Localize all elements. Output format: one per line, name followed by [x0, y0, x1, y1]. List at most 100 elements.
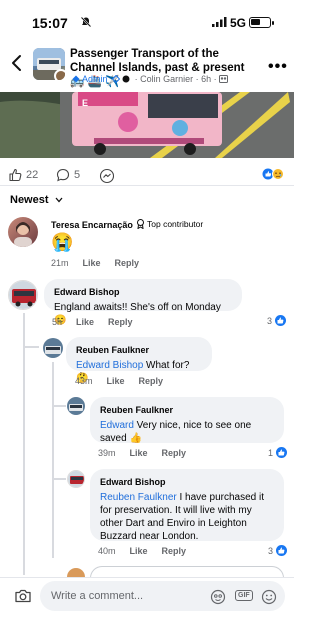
- thread-line: [23, 313, 25, 575]
- more-options-button[interactable]: •••: [268, 58, 288, 76]
- comment-time: 40m: [98, 546, 116, 556]
- avatar[interactable]: [43, 338, 63, 358]
- comment-actions: 39m Like Reply: [98, 448, 186, 458]
- avatar[interactable]: [8, 280, 38, 310]
- battery-icon: [249, 17, 274, 28]
- like-link[interactable]: Like: [76, 317, 94, 327]
- reply-bubble[interactable]: Reuben Faulkner Edward Very nice, nice t…: [90, 397, 284, 444]
- post-photo[interactable]: E: [0, 92, 294, 158]
- reply-link[interactable]: Reply: [162, 546, 187, 556]
- like-link[interactable]: Like: [130, 546, 148, 556]
- comment-emoji: 😭: [51, 232, 74, 252]
- avatar-sticker-icon[interactable]: [210, 589, 226, 605]
- comment-icon: [56, 168, 70, 182]
- bus-photo-image: E: [0, 92, 294, 158]
- reply-link[interactable]: Reply: [108, 317, 133, 327]
- admin-badge: Admin: [82, 74, 108, 84]
- reply-bubble[interactable]: Reuben Faulkner Edward Bishop What for? …: [66, 337, 212, 384]
- avatar[interactable]: [67, 470, 85, 488]
- avatar-reuben-image: [43, 338, 63, 358]
- sort-dropdown[interactable]: Newest: [10, 194, 63, 206]
- thumbs-up-icon: [9, 168, 22, 182]
- share-button[interactable]: [99, 168, 115, 184]
- comment-author[interactable]: Edward Bishop: [100, 476, 274, 489]
- badge-label: Top contributor: [147, 219, 204, 229]
- post-author[interactable]: Colin Garnier: [140, 74, 193, 84]
- reply-link[interactable]: Reply: [115, 258, 140, 268]
- chevron-down-icon: [55, 197, 63, 203]
- comment-composer: Write a comment... GIF: [0, 577, 294, 639]
- reply-link[interactable]: Reply: [139, 376, 164, 386]
- avatar[interactable]: [67, 397, 85, 415]
- comment-bubble[interactable]: Edward Bishop England awaits!! She's off…: [44, 279, 242, 326]
- like-link[interactable]: Like: [83, 258, 101, 268]
- author-avatar-small: [54, 69, 65, 80]
- comment-time: 21m: [51, 258, 69, 268]
- mention-link[interactable]: Edward: [100, 420, 134, 431]
- thread-line: [23, 346, 39, 348]
- badge-icons: [111, 74, 130, 84]
- comment-placeholder: Write a comment...: [51, 590, 144, 602]
- avatar-bus-image: [9, 281, 37, 309]
- like-button[interactable]: 22: [8, 168, 38, 182]
- camera-icon[interactable]: [14, 587, 32, 605]
- reaction-count-value: 3: [267, 315, 273, 326]
- reply-bubble[interactable]: Edward Bishop Reuben Faulkner I have pur…: [90, 469, 284, 542]
- reaction-count-value: 1: [268, 447, 274, 458]
- reaction-summary[interactable]: [262, 167, 286, 185]
- badge-icon: [137, 219, 144, 229]
- comment-input[interactable]: Write a comment... GIF: [40, 581, 285, 611]
- svg-text:E: E: [82, 98, 88, 108]
- mention-link[interactable]: Edward Bishop: [76, 360, 143, 371]
- avatar[interactable]: [8, 217, 38, 247]
- like-count: 22: [26, 169, 39, 181]
- post-meta: Admin · Colin Garnier · 6h ·: [72, 74, 229, 84]
- reaction-count[interactable]: 1: [268, 447, 288, 458]
- emoji-icon[interactable]: [261, 589, 277, 605]
- thread-line: [52, 478, 66, 480]
- comment-count: 5: [74, 169, 81, 181]
- comment-button[interactable]: 5: [56, 168, 80, 182]
- top-contributor-badge: Top contributor: [136, 219, 203, 229]
- avatar-bus-image: [68, 471, 84, 487]
- like-link[interactable]: Like: [107, 376, 125, 386]
- signal-icon: [212, 17, 227, 27]
- status-bar: 15:07 5G: [0, 0, 294, 44]
- reaction-count-value: 3: [268, 545, 274, 556]
- post-header: Passenger Transport of the Channel Islan…: [0, 44, 294, 92]
- comment-actions: 43m Like Reply: [75, 376, 163, 386]
- network-type: 5G: [230, 16, 247, 30]
- comment-actions: 40m Like Reply: [98, 546, 186, 556]
- avatar-reuben-image: [67, 397, 85, 415]
- like-reaction-icon: [276, 545, 288, 556]
- divider: [0, 185, 294, 186]
- comment-time: 39m: [98, 448, 116, 458]
- thread-line: [52, 362, 54, 558]
- admin-shield-icon: [72, 75, 80, 83]
- comment-author[interactable]: Teresa Encarnação: [51, 220, 133, 230]
- comment-author[interactable]: Reuben Faulkner: [100, 404, 274, 417]
- thread-line: [52, 405, 66, 407]
- comment-actions: 5h Like Reply: [52, 317, 133, 327]
- comment-actions: 21m Like Reply: [51, 258, 139, 268]
- privacy-group-icon: [219, 75, 229, 83]
- status-time: 15:07: [32, 15, 68, 31]
- reaction-count[interactable]: 3: [267, 315, 287, 326]
- comment-author[interactable]: Reuben Faulkner: [76, 344, 202, 357]
- bell-muted-icon: [80, 16, 92, 28]
- reply-link[interactable]: Reply: [162, 448, 187, 458]
- gif-button[interactable]: GIF: [235, 590, 253, 601]
- like-sad-reaction-icons: [262, 168, 284, 180]
- comment-author[interactable]: Edward Bishop: [54, 286, 232, 299]
- avatar-person-image: [14, 222, 32, 247]
- comment-time: 43m: [75, 376, 93, 386]
- messenger-share-icon: [99, 168, 115, 184]
- reaction-count[interactable]: 3: [268, 545, 288, 556]
- like-reaction-icon: [275, 315, 287, 326]
- like-link[interactable]: Like: [130, 448, 148, 458]
- comment-time: 5h: [52, 317, 63, 327]
- back-arrow-icon[interactable]: [9, 53, 25, 73]
- mention-link[interactable]: Reuben Faulkner: [100, 492, 177, 503]
- post-age: 6h: [201, 74, 212, 84]
- group-avatar[interactable]: [33, 48, 65, 80]
